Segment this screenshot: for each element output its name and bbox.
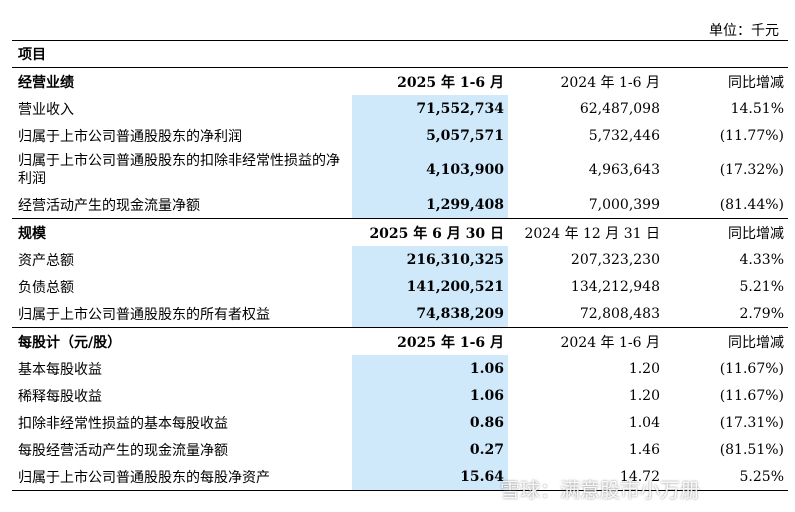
previous-value: 1.20 — [628, 360, 660, 377]
project-label: 项目 — [12, 40, 352, 68]
previous-value: 1.46 — [628, 441, 660, 458]
column-header-previous: 2024 年 12 月 31 日 — [508, 218, 674, 246]
column-header-change: 同比增减 — [674, 327, 788, 355]
previous-value: 62,487,098 — [579, 100, 660, 117]
row-label: 归属于上市公司普通股股东的净利润 — [18, 128, 242, 145]
yoy-change: (11.77%) — [719, 127, 784, 144]
current-value: 141,200,521 — [352, 273, 508, 300]
yoy-change: 14.51% — [730, 100, 784, 117]
previous-value: 207,323,230 — [570, 251, 660, 268]
column-header-current: 2025 年 6 月 30 日 — [352, 218, 508, 246]
row-label: 营业收入 — [18, 101, 74, 118]
yoy-change: (11.67%) — [719, 387, 784, 404]
current-value: 15.64 — [352, 463, 508, 491]
table-row: 扣除非经常性损益的基本每股收益 0.86 1.04 (17.31%) — [12, 409, 788, 436]
current-value: 1.06 — [352, 382, 508, 409]
section-title: 规模 — [12, 218, 352, 246]
section-title: 经营业绩 — [12, 67, 352, 95]
yoy-change: 2.79% — [739, 305, 784, 322]
previous-value: 4,963,643 — [588, 162, 660, 178]
yoy-change: 4.33% — [739, 251, 784, 268]
yoy-change: (11.67%) — [719, 360, 784, 377]
watermark: 雪球：满意股市小万册 — [500, 478, 700, 502]
yoy-change: (81.51%) — [719, 441, 784, 458]
column-header-current: 2025 年 1-6 月 — [352, 327, 508, 355]
row-label: 经营活动产生的现金流量净额 — [18, 197, 200, 214]
column-header-previous: 2024 年 1-6 月 — [508, 327, 674, 355]
column-header-current: 2025 年 1-6 月 — [352, 67, 508, 95]
column-header-previous: 2024 年 1-6 月 — [508, 67, 674, 95]
column-header-change: 同比增减 — [674, 67, 788, 95]
previous-value: 72,808,483 — [579, 305, 660, 322]
table-row: 经营活动产生的现金流量净额 1,299,408 7,000,399 (81.44%) — [12, 191, 788, 219]
table-row: 归属于上市公司普通股股东的净利润 5,057,571 5,732,446 (11.77… — [12, 122, 788, 149]
row-label: 每股经营活动产生的现金流量净额 — [18, 442, 228, 459]
current-value: 1,299,408 — [352, 191, 508, 219]
table-row: 每股经营活动产生的现金流量净额 0.27 1.46 (81.51%) — [12, 436, 788, 463]
table-row: 资产总额 216,310,325 207,323,230 4.33% — [12, 246, 788, 273]
section-title: 每股计（元/股） — [12, 327, 352, 355]
section-header-row: 每股计（元/股） 2025 年 1-6 月 2024 年 1-6 月同比增减 — [12, 327, 788, 355]
current-value: 216,310,325 — [352, 246, 508, 273]
previous-value: 1.20 — [628, 387, 660, 404]
yoy-change: (81.44%) — [719, 196, 784, 213]
table-row: 负债总额 141,200,521 134,212,948 5.21% — [12, 273, 788, 300]
current-value: 71,552,734 — [352, 95, 508, 122]
current-value: 4,103,900 — [352, 149, 508, 191]
previous-value: 1.04 — [628, 414, 660, 431]
table-row: 归属于上市公司普通股股东的扣除非经常性损益的净利润 4,103,900 4,963,… — [12, 149, 788, 191]
row-label: 归属于上市公司普通股股东的所有者权益 — [18, 306, 270, 323]
table-row: 基本每股收益 1.06 1.20 (11.67%) — [12, 355, 788, 382]
row-label: 归属于上市公司普通股股东的每股净资产 — [12, 463, 352, 491]
row-label: 稀释每股收益 — [18, 388, 102, 405]
yoy-change: (17.32%) — [719, 162, 784, 178]
current-value: 5,057,571 — [352, 122, 508, 149]
unit-label: 单位：千元 — [709, 23, 779, 39]
current-value: 0.27 — [352, 436, 508, 463]
previous-value: 134,212,948 — [570, 278, 660, 295]
column-header-change: 同比增减 — [674, 218, 788, 246]
yoy-change: (17.31%) — [719, 414, 784, 431]
table-row: 归属于上市公司普通股股东的所有者权益 74,838,209 72,808,483 2.… — [12, 300, 788, 328]
section-header-row: 经营业绩 2025 年 1-6 月 2024 年 1-6 月同比增减 — [12, 67, 788, 95]
current-value: 0.86 — [352, 409, 508, 436]
current-value: 74,838,209 — [352, 300, 508, 328]
project-header-row: 项目 — [12, 40, 788, 68]
previous-value: 7,000,399 — [588, 196, 660, 213]
previous-value: 5,732,446 — [588, 127, 660, 144]
row-label: 扣除非经常性损益的基本每股收益 — [18, 415, 228, 432]
financial-summary-table: 项目 经营业绩 2025 年 1-6 月 2024 年 1-6 月同比增减 营业收入 7… — [12, 40, 788, 491]
current-value: 1.06 — [352, 355, 508, 382]
row-label: 负债总额 — [18, 279, 74, 296]
row-label: 基本每股收益 — [18, 361, 102, 378]
row-label: 资产总额 — [18, 252, 74, 269]
table-row: 稀释每股收益 1.06 1.20 (11.67%) — [12, 382, 788, 409]
section-header-row: 规模 2025 年 6 月 30 日 2024 年 12 月 31 日同比增减 — [12, 218, 788, 246]
table-row: 营业收入 71,552,734 62,487,098 14.51% — [12, 95, 788, 122]
yoy-change: 5.21% — [739, 278, 784, 295]
row-label: 归属于上市公司普通股股东的扣除非经常性损益的净利润 — [18, 153, 340, 187]
